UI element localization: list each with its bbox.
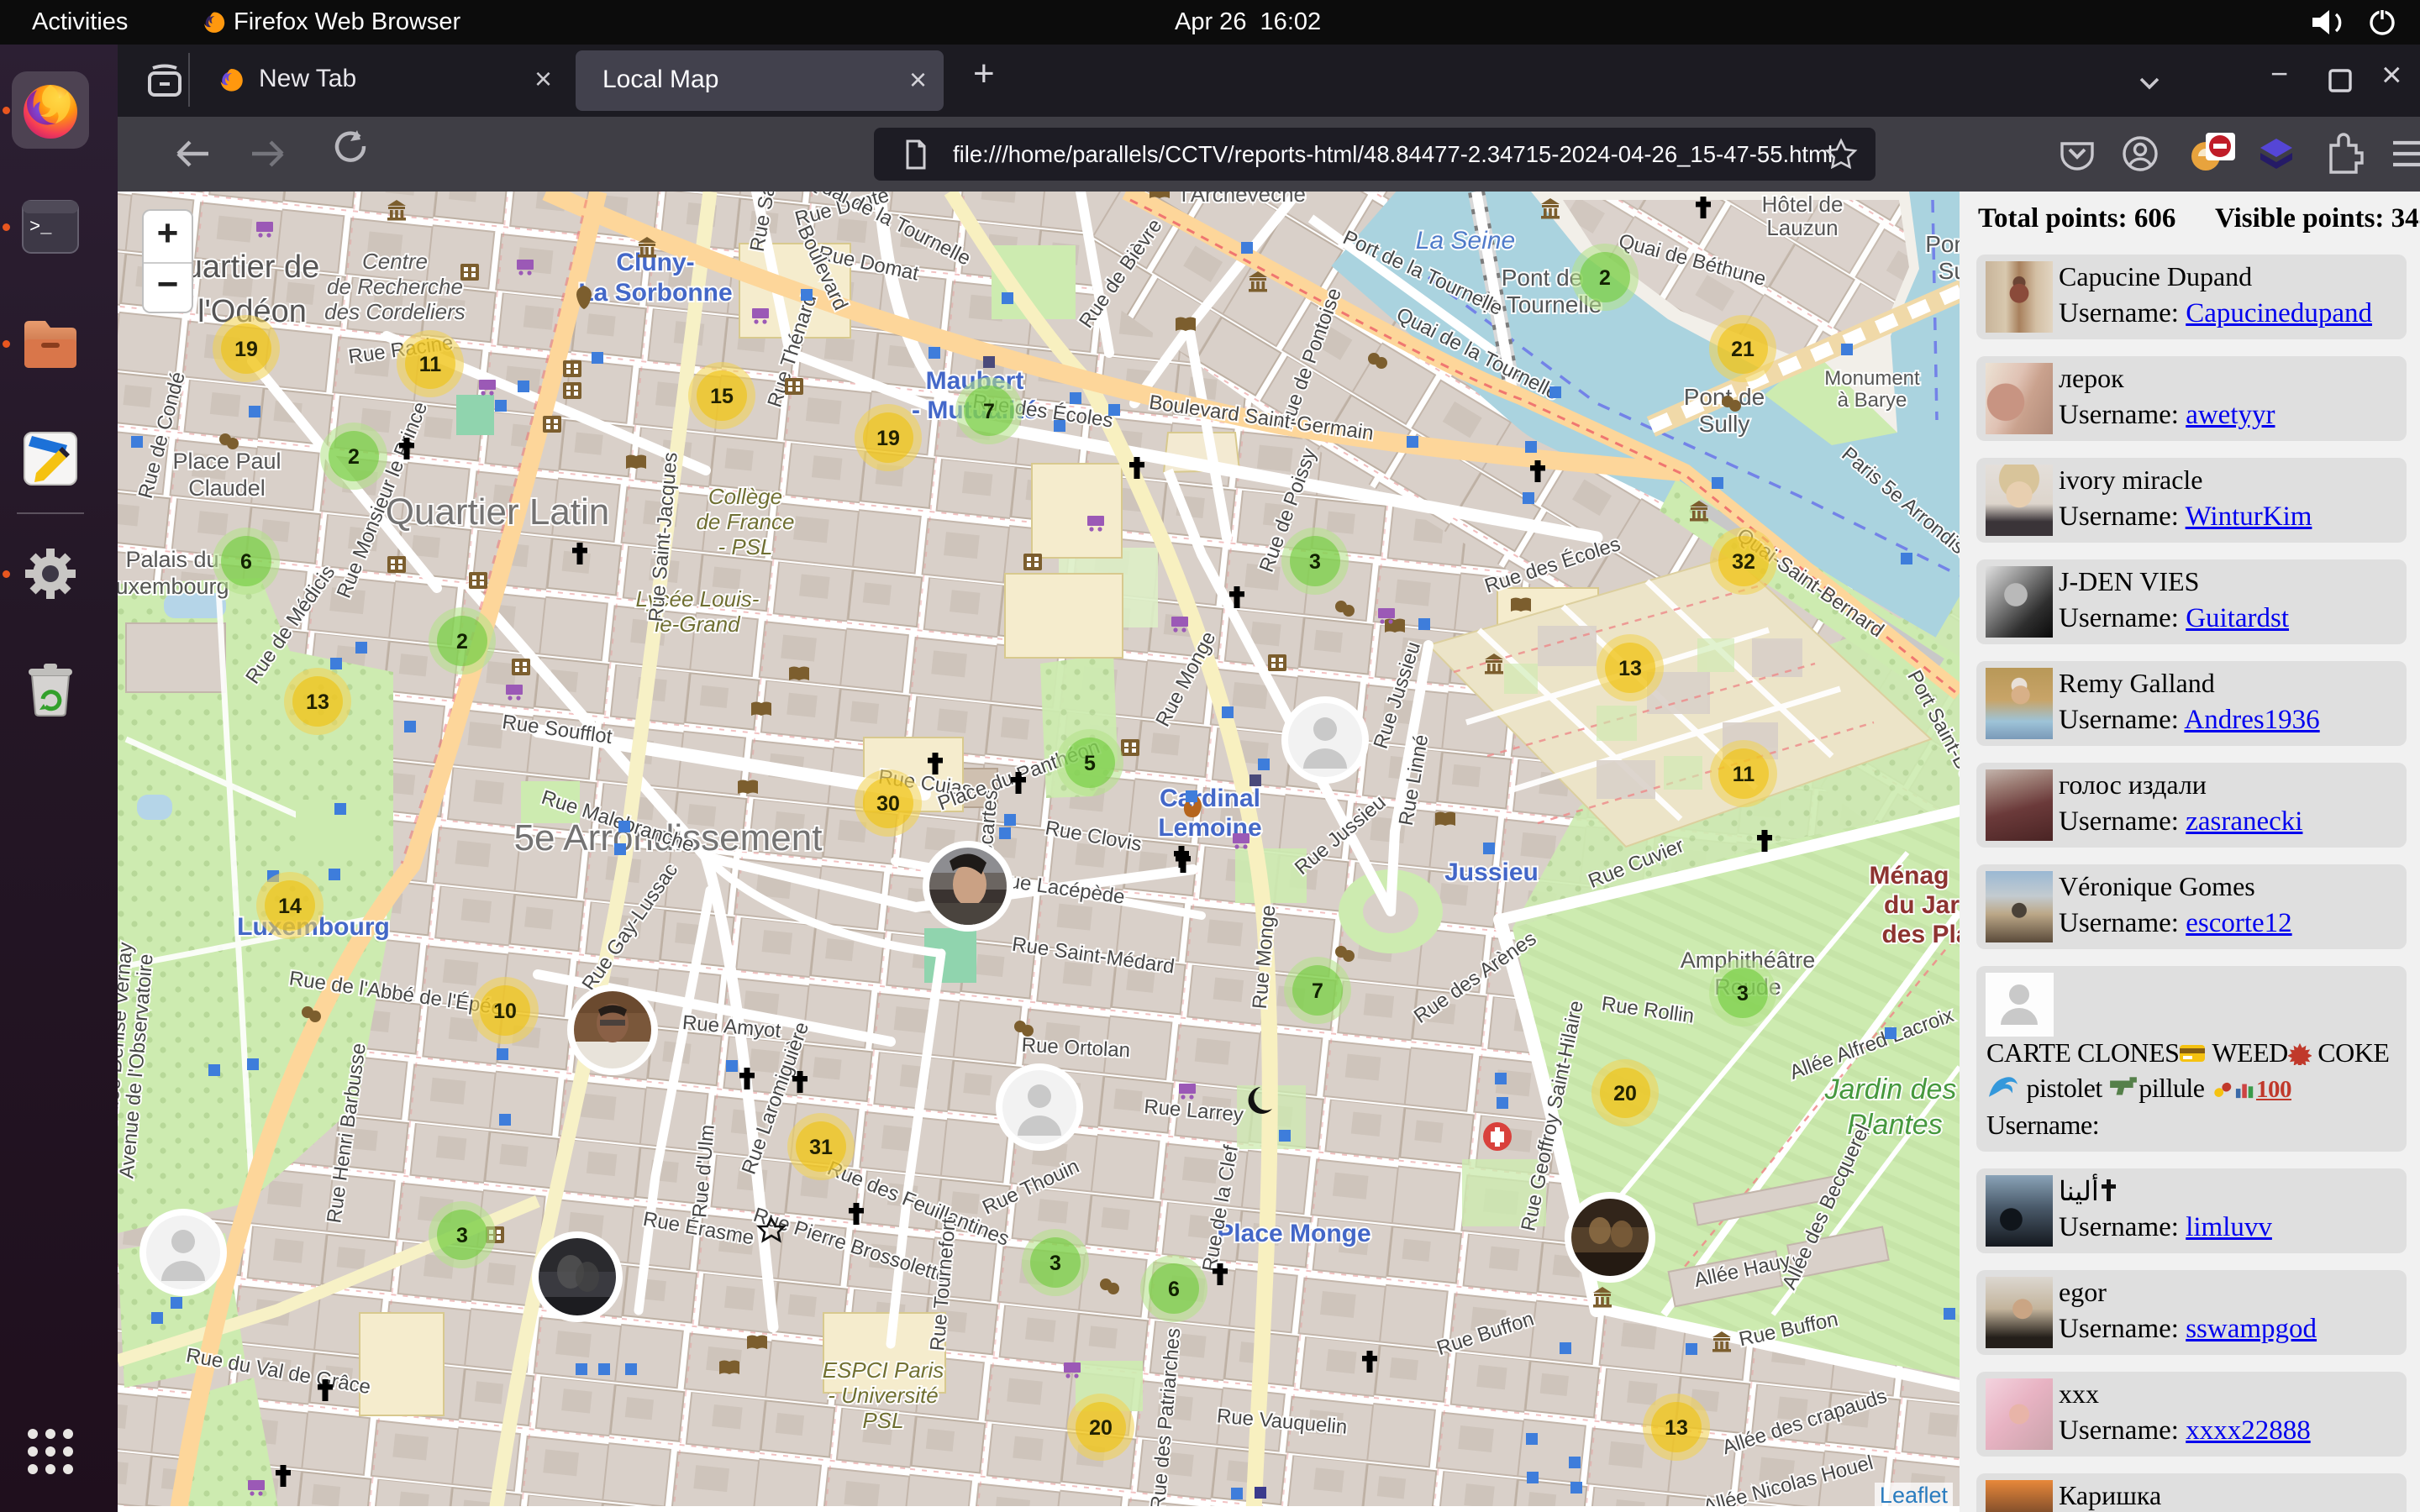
- svg-text:uxembourg: uxembourg: [118, 574, 229, 599]
- svg-text:21: 21: [1731, 338, 1754, 361]
- svg-text:20: 20: [1089, 1416, 1113, 1440]
- svg-text:7: 7: [983, 400, 995, 423]
- svg-text:7: 7: [1312, 979, 1323, 1003]
- svg-text:2: 2: [1599, 266, 1611, 290]
- svg-text:Place Paul: Place Paul: [172, 449, 281, 474]
- svg-text:Sull: Sull: [1939, 258, 1960, 284]
- svg-text:Pont: Pont: [1925, 231, 1960, 257]
- svg-text:de Recherche: de Recherche: [327, 274, 463, 299]
- svg-text:>_: >_: [29, 217, 52, 238]
- svg-text:Lauzun: Lauzun: [1766, 215, 1838, 240]
- svg-text:de France: de France: [696, 509, 794, 534]
- svg-text:des Cordeliers: des Cordeliers: [324, 299, 466, 324]
- svg-text:3: 3: [1050, 1252, 1061, 1275]
- svg-text:Jussieu: Jussieu: [1444, 858, 1539, 886]
- svg-text:Hôtel de: Hôtel de: [1762, 192, 1844, 217]
- svg-text:10: 10: [493, 1000, 517, 1023]
- svg-text:Palais du: Palais du: [125, 547, 218, 572]
- svg-text:14: 14: [278, 895, 302, 918]
- svg-text:15: 15: [710, 385, 734, 408]
- svg-text:31: 31: [809, 1136, 833, 1159]
- svg-text:Quartier Latin: Quartier Latin: [386, 491, 610, 533]
- svg-text:3: 3: [1309, 550, 1321, 574]
- svg-text:uartier de: uartier de: [185, 249, 320, 285]
- svg-text:Pont de: Pont de: [1502, 265, 1583, 291]
- svg-text:11: 11: [1733, 763, 1755, 786]
- svg-text:2: 2: [348, 445, 360, 469]
- svg-text:13: 13: [1665, 1416, 1688, 1440]
- svg-text:3: 3: [1737, 982, 1749, 1005]
- svg-text:La Sorbonne: La Sorbonne: [578, 279, 732, 307]
- svg-text:Jardin des: Jardin des: [1824, 1074, 1957, 1105]
- svg-text:13: 13: [306, 690, 329, 714]
- svg-text:32: 32: [1732, 550, 1755, 574]
- svg-text:- Université: - Université: [828, 1383, 938, 1408]
- svg-text:Centre: Centre: [362, 249, 428, 274]
- svg-text:6: 6: [1168, 1278, 1180, 1301]
- svg-text:Place Monge: Place Monge: [1217, 1220, 1370, 1247]
- svg-text:l'Archevêché: l'Archevêché: [1181, 192, 1306, 207]
- svg-text:13: 13: [1618, 657, 1642, 680]
- svg-text:du Jar: du Jar: [1884, 891, 1960, 919]
- svg-text:11: 11: [419, 353, 442, 376]
- svg-text:20: 20: [1613, 1082, 1637, 1105]
- svg-text:La Seine: La Seine: [1416, 227, 1515, 255]
- svg-text:des Pla: des Pla: [1881, 921, 1960, 948]
- svg-text:Ménag: Ménag: [1869, 862, 1949, 890]
- svg-text:Collège: Collège: [708, 484, 782, 509]
- svg-text:Cardinal: Cardinal: [1160, 785, 1260, 812]
- svg-text:- PSL: - PSL: [718, 534, 772, 559]
- svg-text:2: 2: [456, 630, 468, 654]
- svg-text:19: 19: [234, 338, 258, 361]
- svg-text:PSL: PSL: [862, 1408, 903, 1433]
- svg-text:ESPCI Paris: ESPCI Paris: [823, 1357, 944, 1383]
- svg-text:3: 3: [456, 1224, 468, 1247]
- svg-text:à Barye: à Barye: [1838, 389, 1907, 412]
- svg-text:Cluny-: Cluny-: [616, 249, 694, 276]
- svg-text:5: 5: [1084, 752, 1096, 775]
- svg-text:19: 19: [876, 427, 900, 450]
- svg-text:6: 6: [240, 550, 252, 574]
- svg-text:30: 30: [876, 792, 900, 816]
- svg-text:Claudel: Claudel: [188, 475, 266, 501]
- svg-text:Monument: Monument: [1824, 367, 1920, 390]
- svg-text:Sully: Sully: [1699, 411, 1750, 437]
